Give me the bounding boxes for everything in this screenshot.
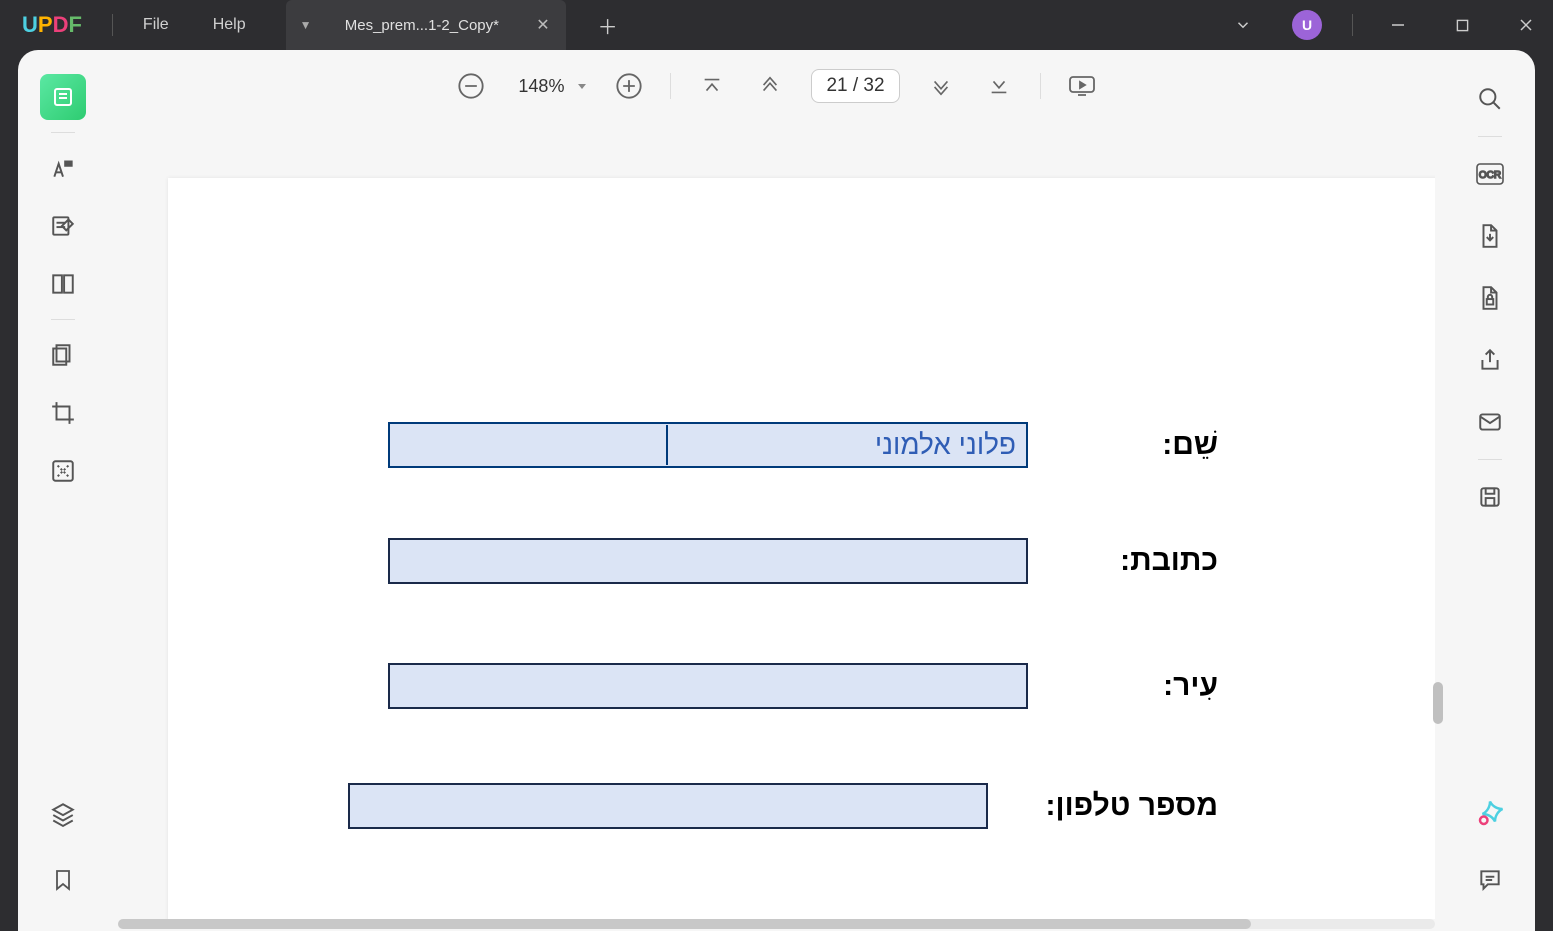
form-row-city: עִיר: [388, 663, 1218, 709]
text-cursor [666, 425, 668, 465]
window-close-button[interactable] [1499, 0, 1553, 50]
next-page-button[interactable] [924, 69, 958, 103]
separator [51, 319, 75, 320]
label-name: שֵׁם: [1068, 428, 1218, 462]
document-tab[interactable]: ▼ Mes_prem...1-2_Copy* ✕ [286, 0, 566, 50]
window-dropdown-icon[interactable] [1216, 0, 1270, 50]
left-rail-bottom [28, 781, 98, 913]
tab-close-icon[interactable]: ✕ [530, 15, 555, 35]
organize-pages-button[interactable] [40, 332, 86, 378]
form-row-address: כתובת: [388, 538, 1218, 584]
presentation-mode-button[interactable] [1065, 69, 1099, 103]
left-rail [28, 60, 98, 921]
field-address[interactable] [388, 538, 1028, 584]
zoom-out-button[interactable] [454, 69, 488, 103]
separator [670, 73, 671, 99]
window-maximize-button[interactable] [1435, 0, 1489, 50]
form-row-phone: מספר טלפון: [348, 783, 1218, 829]
edit-pdf-button[interactable] [40, 203, 86, 249]
label-city: עִיר: [1068, 669, 1218, 703]
tab-label: Mes_prem...1-2_Copy* [330, 17, 515, 34]
share-button[interactable] [1467, 337, 1513, 383]
menu-file[interactable]: File [121, 0, 191, 50]
last-page-button[interactable] [982, 69, 1016, 103]
titlebar-right: U [1216, 0, 1553, 50]
right-rail-bottom [1455, 781, 1525, 913]
titlebar: UPDF File Help ▼ Mes_prem...1-2_Copy* ✕ … [0, 0, 1553, 50]
reader-mode-button[interactable] [40, 74, 86, 120]
ocr-button[interactable]: OCR [1467, 151, 1513, 197]
vertical-scrollbar[interactable] [1433, 122, 1443, 919]
layers-button[interactable] [40, 791, 86, 837]
user-avatar[interactable]: U [1280, 0, 1334, 50]
separator [1478, 459, 1502, 460]
label-phone: מספר טלפון: [1028, 789, 1218, 823]
field-city[interactable] [388, 663, 1028, 709]
vertical-scrollbar-thumb[interactable] [1433, 682, 1443, 724]
document-toolbar: 148% 21 / 32 [108, 56, 1445, 116]
previous-page-button[interactable] [753, 69, 787, 103]
pdf-page: שֵׁם: פלוני אלמוני כתובת: עִיר: מס [168, 178, 1435, 919]
redact-tool-button[interactable] [40, 448, 86, 494]
field-name[interactable]: פלוני אלמוני [388, 422, 1028, 468]
field-phone[interactable] [348, 783, 988, 829]
page-tools-button[interactable] [40, 261, 86, 307]
zoom-value: 148% [512, 76, 570, 97]
window-minimize-button[interactable] [1371, 0, 1425, 50]
form-row-name: שֵׁם: פלוני אלמוני [388, 422, 1218, 468]
ai-assistant-button[interactable] [1467, 791, 1513, 837]
first-page-button[interactable] [695, 69, 729, 103]
comment-tool-button[interactable] [40, 145, 86, 191]
separator [1040, 73, 1041, 99]
separator [1478, 136, 1502, 137]
protect-button[interactable] [1467, 275, 1513, 321]
field-name-value: פלוני אלמוני [875, 429, 1016, 461]
app-body: OCR 148% [18, 50, 1535, 931]
app-logo: UPDF [0, 12, 104, 38]
tab-strip: ▼ Mes_prem...1-2_Copy* ✕ ＋ [286, 0, 632, 50]
convert-button[interactable] [1467, 213, 1513, 259]
new-tab-button[interactable]: ＋ [584, 11, 632, 40]
zoom-in-button[interactable] [612, 69, 646, 103]
chevron-down-icon [576, 80, 588, 92]
horizontal-scrollbar-thumb[interactable] [118, 919, 1251, 929]
page-input[interactable]: 21 / 32 [811, 69, 899, 103]
right-rail: OCR [1455, 60, 1525, 921]
bookmark-button[interactable] [40, 857, 86, 903]
save-button[interactable] [1467, 474, 1513, 520]
menu-help[interactable]: Help [191, 0, 268, 50]
email-button[interactable] [1467, 399, 1513, 445]
search-button[interactable] [1467, 76, 1513, 122]
separator [112, 14, 113, 36]
separator [1352, 14, 1353, 36]
label-address: כתובת: [1068, 544, 1218, 578]
svg-text:OCR: OCR [1479, 170, 1501, 181]
horizontal-scrollbar[interactable] [118, 919, 1435, 929]
crop-tool-button[interactable] [40, 390, 86, 436]
separator [51, 132, 75, 133]
document-viewport[interactable]: שֵׁם: פלוני אלמוני כתובת: עִיר: מס [118, 122, 1435, 919]
tab-dropdown-icon[interactable]: ▼ [300, 18, 312, 32]
zoom-level[interactable]: 148% [512, 76, 588, 97]
chat-button[interactable] [1467, 857, 1513, 903]
